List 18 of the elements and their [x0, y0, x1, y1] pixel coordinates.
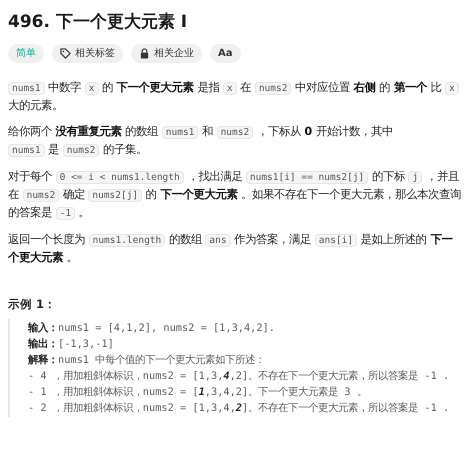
- difficulty-badge: 简单: [8, 44, 44, 62]
- example-line: 解释：nums1 中每个值的下一个更大元素如下所述：: [28, 352, 266, 368]
- example-line: - 2 ，用加粗斜体标识，nums2 = [1,3,4,2]。不存在下一个更大元素，所以答案是 -1 .: [28, 400, 450, 416]
- description-paragraph: 返回一个长度为 nums1.length 的数组 ans 作为答案，满足 ans[i] 是如上所述的 下一个更大元素 。: [8, 232, 454, 266]
- tag-icon: [60, 48, 71, 58]
- description-paragraph: 给你两个 没有重复元素 的数组 nums1 和 nums2 ，下标从 0 开始计数，其中 nums1 是 nums2 的子集。: [8, 124, 394, 158]
- example-line: - 4 ，用加粗斜体标识，nums2 = [1,3,4,2]。不存在下一个更大元素，所以答案是 -1 .: [28, 368, 450, 384]
- example-line: 输出：[-1,3,-1]: [28, 336, 115, 352]
- font-size-button[interactable]: Aa: [210, 44, 240, 62]
- companies-button[interactable]: 相关企业: [131, 44, 202, 62]
- example-line: - 1 ，用加粗斜体标识，nums2 = [1,3,4,2]。下一个更大元素是 3 。: [28, 384, 368, 400]
- example-line: 输入：nums1 = [4,1,2], nums2 = [1,3,4,2].: [28, 320, 276, 336]
- problem-title: 496. 下一个更大元素 I: [8, 11, 188, 34]
- description-paragraph: nums1 中数字 x 的 下一个更大元素 是指 x 在 nums2 中对应位置 右侧 的 第一个 比 x 大的元素。: [8, 78, 462, 114]
- tags-button[interactable]: 相关标签: [52, 44, 123, 62]
- example-heading: 示例 1：: [8, 296, 58, 312]
- lock-icon: [139, 48, 150, 58]
- description-paragraph: 对于每个 0 <= i < nums1.length ，找出满足 nums1[i] == nums2[j] 的下标 j ，并且在 nums2 确定 nums2[j] 的 下一个更大元素 。如果不存在下一个更大元素，那么本次查询的答案是 -1 。: [8, 168, 462, 222]
